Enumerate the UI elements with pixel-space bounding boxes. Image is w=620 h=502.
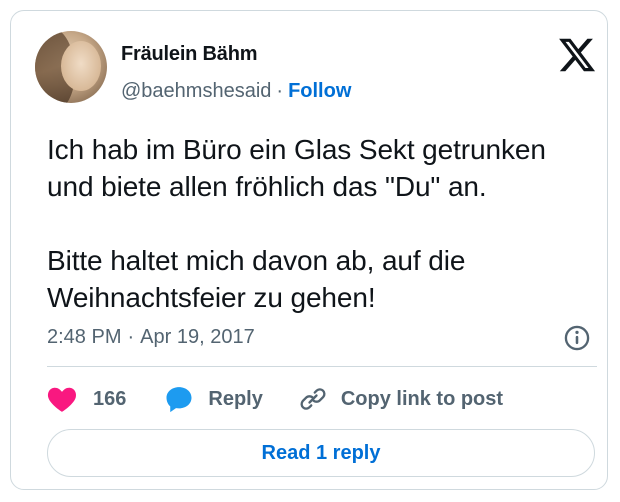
like-count: 166 <box>93 387 127 410</box>
timestamp-separator: · <box>127 326 135 348</box>
copy-link-label: Copy link to post <box>340 387 504 410</box>
tweet-text: Ich hab im Büro ein Glas Sekt getrunken … <box>47 131 597 316</box>
link-icon <box>300 388 326 410</box>
reply-button[interactable]: Reply <box>164 384 263 414</box>
author-display-name[interactable]: Fräulein Bähm <box>121 43 258 66</box>
divider <box>47 366 597 367</box>
tweet-paragraph: Ich hab im Büro ein Glas Sekt getrunken … <box>47 134 546 202</box>
copy-link-button[interactable]: Copy link to post <box>299 385 503 413</box>
tweet-timestamp[interactable]: 2:48 PM · Apr 19, 2017 <box>47 326 255 349</box>
tweet-date: Apr 19, 2017 <box>140 326 255 348</box>
speech-bubble-icon <box>166 387 192 413</box>
follow-button[interactable]: Follow <box>288 80 351 102</box>
heart-icon <box>47 387 77 412</box>
handle-separator: · <box>276 80 284 102</box>
tweet-embed-card: Fräulein Bähm @baehmshesaid · Follow Ich h… <box>10 10 608 490</box>
tweet-paragraph: Bitte haltet mich davon ab, auf die Weih… <box>47 245 466 313</box>
reply-label: Reply <box>208 387 263 410</box>
tweet-time: 2:48 PM <box>47 326 122 348</box>
avatar-face <box>61 41 101 91</box>
handle-row: @baehmshesaid · Follow <box>121 80 351 103</box>
like-button[interactable]: 166 <box>47 385 126 413</box>
x-logo-icon[interactable] <box>557 35 597 75</box>
info-icon[interactable] <box>563 324 591 352</box>
avatar[interactable] <box>35 31 107 103</box>
author-handle[interactable]: @baehmshesaid <box>121 80 271 102</box>
action-bar: 166 Reply Copy link to post <box>47 381 503 417</box>
read-replies-button[interactable]: Read 1 reply <box>47 429 595 477</box>
